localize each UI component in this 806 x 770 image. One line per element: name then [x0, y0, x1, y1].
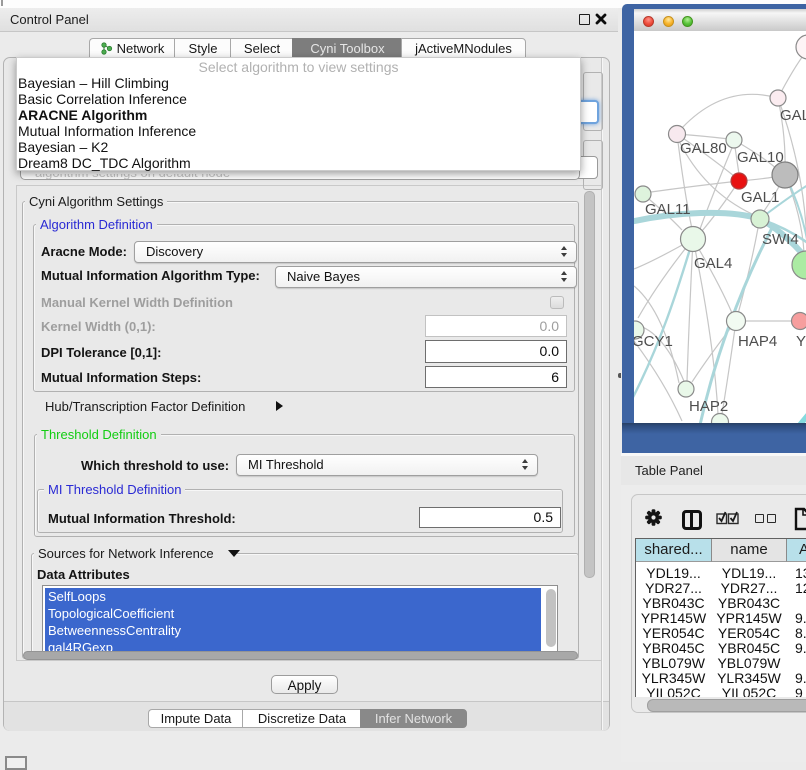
svg-text:GAL11: GAL11 — [645, 201, 691, 218]
svg-text:GAL10: GAL10 — [737, 149, 784, 166]
svg-text:GCY1: GCY1 — [634, 333, 673, 350]
svg-text:GAL80: GAL80 — [680, 140, 727, 157]
svg-text:GAL1: GAL1 — [780, 107, 806, 124]
svg-text:Y: Y — [796, 333, 806, 350]
svg-text:GAL1: GAL1 — [741, 189, 779, 206]
svg-text:HAP2: HAP2 — [689, 398, 728, 415]
svg-text:GAL4: GAL4 — [694, 255, 732, 272]
svg-text:HAP4: HAP4 — [738, 333, 777, 350]
svg-text:SWI4: SWI4 — [762, 231, 799, 248]
